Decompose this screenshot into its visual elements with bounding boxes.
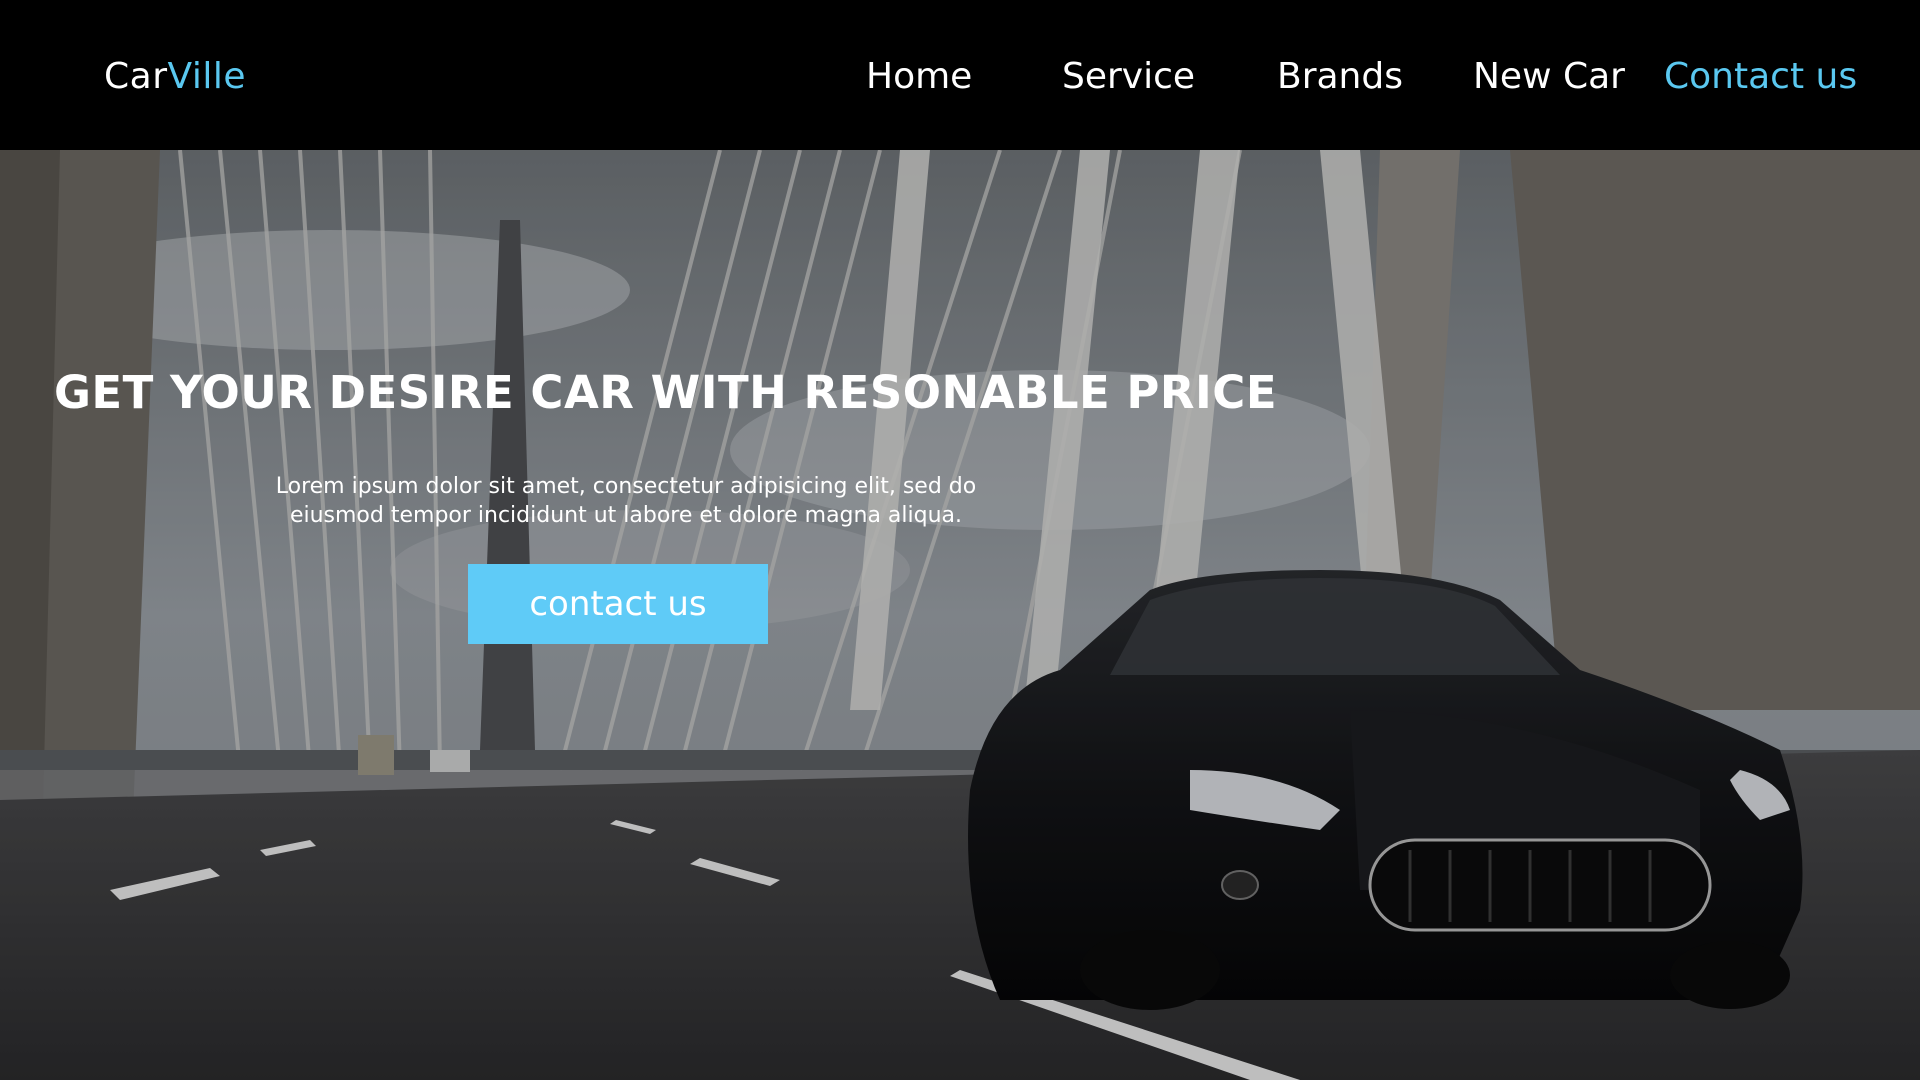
contact-us-button[interactable]: contact us bbox=[468, 564, 768, 644]
hero-description-line-2: eiusmod tempor incididunt ut labore et d… bbox=[289, 503, 963, 528]
hero-title: GET YOUR DESIRE CAR WITH RESONABLE PRICE bbox=[54, 366, 1278, 420]
nav-link-service[interactable]: Service bbox=[1062, 56, 1195, 97]
brand-name-ville: Ville bbox=[167, 56, 246, 97]
hero-background-image bbox=[0, 150, 1920, 1080]
nav-link-new-car[interactable]: New Car bbox=[1473, 56, 1625, 97]
brand-logo[interactable]: CarVille bbox=[104, 56, 246, 97]
nav-link-brands[interactable]: Brands bbox=[1277, 56, 1403, 97]
top-navbar: CarVille Home Service Brands New Car Con… bbox=[0, 0, 1920, 150]
brand-name-car: Car bbox=[104, 56, 168, 97]
hero-section: GET YOUR DESIRE CAR WITH RESONABLE PRICE… bbox=[0, 150, 1920, 1080]
nav-link-home[interactable]: Home bbox=[866, 56, 972, 97]
hero-description: Lorem ipsum dolor sit amet, consectetur … bbox=[226, 472, 1026, 530]
hero-description-line-1: Lorem ipsum dolor sit amet, consectetur … bbox=[275, 474, 977, 499]
nav-link-contact-us[interactable]: Contact us bbox=[1664, 56, 1857, 97]
